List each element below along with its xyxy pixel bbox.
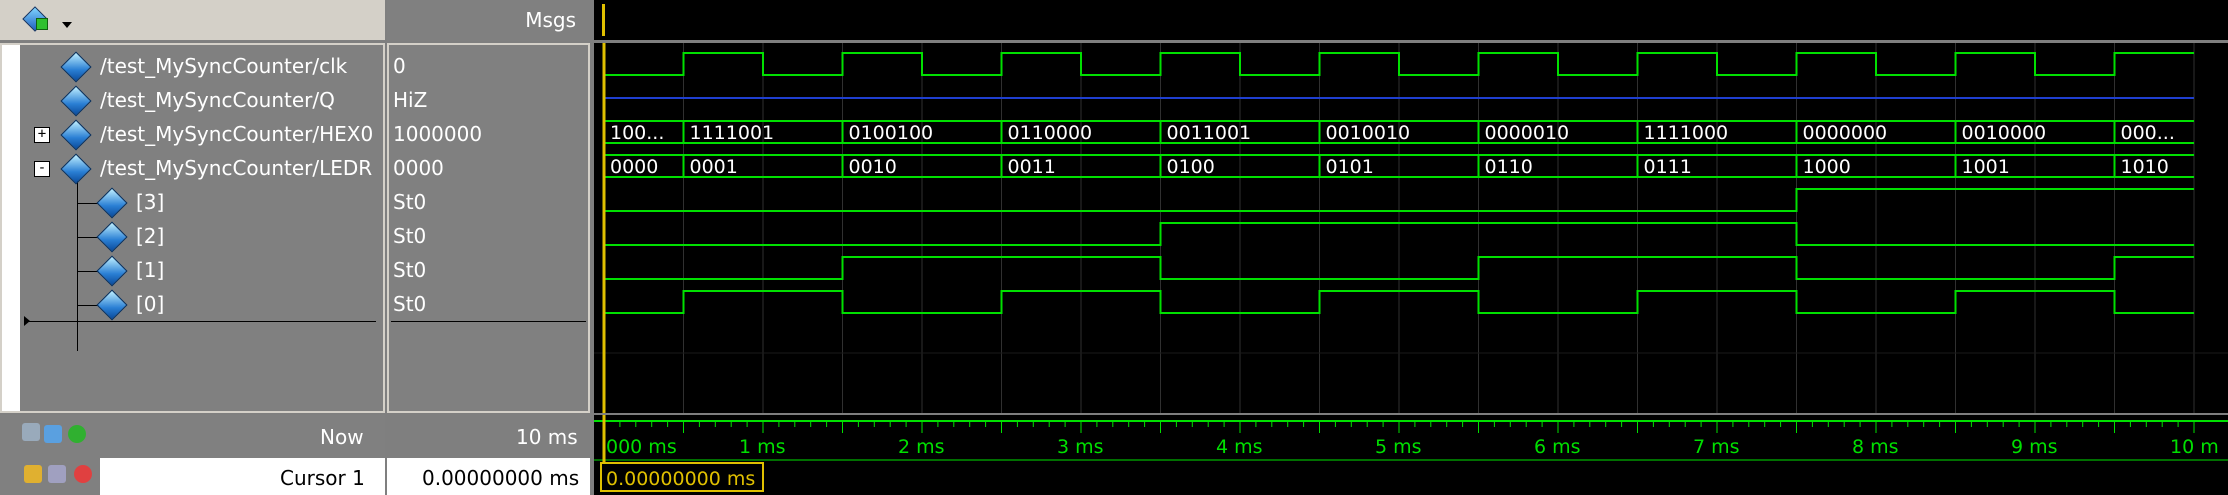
wave-diamond-icon (60, 153, 92, 185)
time-tick-label: 4 ms (1216, 436, 1263, 458)
time-tick-label: 10 m (2170, 436, 2219, 458)
wave-header (594, 0, 2228, 40)
time-tick-label: 000 ms (606, 436, 677, 458)
zoom-icon[interactable] (44, 425, 62, 443)
ledr-bus-value: 0001 (690, 156, 738, 178)
cursor-marker-label: 0.00000000 ms (606, 468, 755, 490)
time-tick-label: 2 ms (898, 436, 945, 458)
clk-waveform (604, 52, 2194, 76)
signal-row-ledr[interactable]: - /test_MySyncCounter/LEDR (2, 151, 382, 185)
ledr-bus-value: 1010 (2121, 156, 2169, 178)
hex0-bus-value: 0100100 (849, 122, 934, 144)
signal-names-pane: /test_MySyncCounter/clk /test_MySyncCoun… (0, 43, 385, 413)
now-label: Now (320, 425, 364, 449)
now-value: 10 ms (516, 425, 578, 449)
signal-row-clk[interactable]: /test_MySyncCounter/clk (2, 49, 382, 83)
ledr-bus-value: 0111 (1644, 156, 1692, 178)
signal-row-ledr-0[interactable]: [0] (2, 287, 382, 321)
signal-row-ledr-2[interactable]: [2] (2, 219, 382, 253)
time-tick-label: 9 ms (2011, 436, 2058, 458)
signal-row-ledr-1[interactable]: [1] (2, 253, 382, 287)
wave-diamond-icon (60, 119, 92, 151)
ledr-bus-value: 0101 (1326, 156, 1374, 178)
signal-value: St0 (393, 190, 427, 214)
signal-value: 0 (393, 54, 406, 78)
ledr-bus-value: 0100 (1167, 156, 1215, 178)
wave-diamond-icon (96, 289, 128, 321)
wave-diamond-icon (96, 255, 128, 287)
wave-diamond-icon (60, 85, 92, 117)
ledr-bus-value: 0110 (1485, 156, 1533, 178)
hex0-bus-value: 100... (610, 122, 664, 144)
signal-value: 0000 (393, 156, 444, 180)
cursor-label: Cursor 1 (280, 466, 365, 490)
ledr-bus-value: 1000 (1803, 156, 1851, 178)
values-header: Msgs (387, 0, 590, 41)
ledr-bus-value: 1001 (1962, 156, 2010, 178)
hex0-bus-value: 0000010 (1485, 122, 1570, 144)
wave-diamond-icon (96, 187, 128, 219)
hex0-bus-value: 0000000 (1803, 122, 1888, 144)
time-tick-label: 7 ms (1693, 436, 1740, 458)
hex0-bus-value: 0011001 (1167, 122, 1252, 144)
hex0-bus-value: 0110000 (1008, 122, 1093, 144)
cursor-value: 0.00000000 ms (422, 466, 580, 490)
ledr-bus-value: 0011 (1008, 156, 1056, 178)
add-wave-icon[interactable] (22, 423, 40, 441)
time-tick-label: 8 ms (1852, 436, 1899, 458)
expand-icon[interactable]: + (34, 127, 50, 143)
signal-row-hex0[interactable]: + /test_MySyncCounter/HEX0 (2, 117, 382, 151)
hex0-bus-value: 0010000 (1962, 122, 2047, 144)
chevron-down-icon[interactable] (62, 22, 72, 28)
add-icon[interactable] (68, 425, 86, 443)
wave-diamond-icon (60, 51, 92, 83)
hex0-bus-value: 1111001 (690, 122, 775, 144)
signal-value: St0 (393, 258, 427, 282)
wrench-icon[interactable] (48, 465, 66, 483)
signal-value: 1000000 (393, 122, 483, 146)
remove-icon[interactable] (74, 465, 92, 483)
ledr-bus-value: 0010 (849, 156, 897, 178)
hex0-bus-value: 0010010 (1326, 122, 1411, 144)
msgs-label: Msgs (525, 8, 576, 32)
collapse-icon[interactable]: - (34, 161, 50, 177)
signal-row-ledr-3[interactable]: [3] (2, 185, 382, 219)
waveform-pane[interactable]: 100... 1111001 0100100 0110000 0011001 001001… (594, 43, 2228, 413)
signal-row-q[interactable]: /test_MySyncCounter/Q (2, 83, 382, 117)
signal-values-pane: 0 HiZ 1000000 0000 St0 St0 St0 St0 (387, 43, 590, 413)
signal-value: St0 (393, 224, 427, 248)
names-header (0, 0, 385, 41)
signal-value: St0 (393, 292, 427, 316)
time-tick-label: 6 ms (1534, 436, 1581, 458)
time-tick-label: 5 ms (1375, 436, 1422, 458)
time-tick-label: 1 ms (739, 436, 786, 458)
signal-value: HiZ (393, 88, 428, 112)
timeline-footer[interactable]: 000 ms 1 ms 2 ms 3 ms 4 ms 5 ms 6 ms 7 ms 8 ms 9 … (594, 415, 2228, 495)
time-tick-label: 3 ms (1057, 436, 1104, 458)
lock-icon[interactable] (24, 465, 42, 483)
hex0-bus-value: 1111000 (1644, 122, 1729, 144)
ledr-bus-value: 0000 (610, 156, 658, 178)
wave-diamond-icon (96, 221, 128, 253)
hex0-bus-value: 000... (2121, 122, 2175, 144)
wave-diamond-icon[interactable] (22, 6, 48, 32)
